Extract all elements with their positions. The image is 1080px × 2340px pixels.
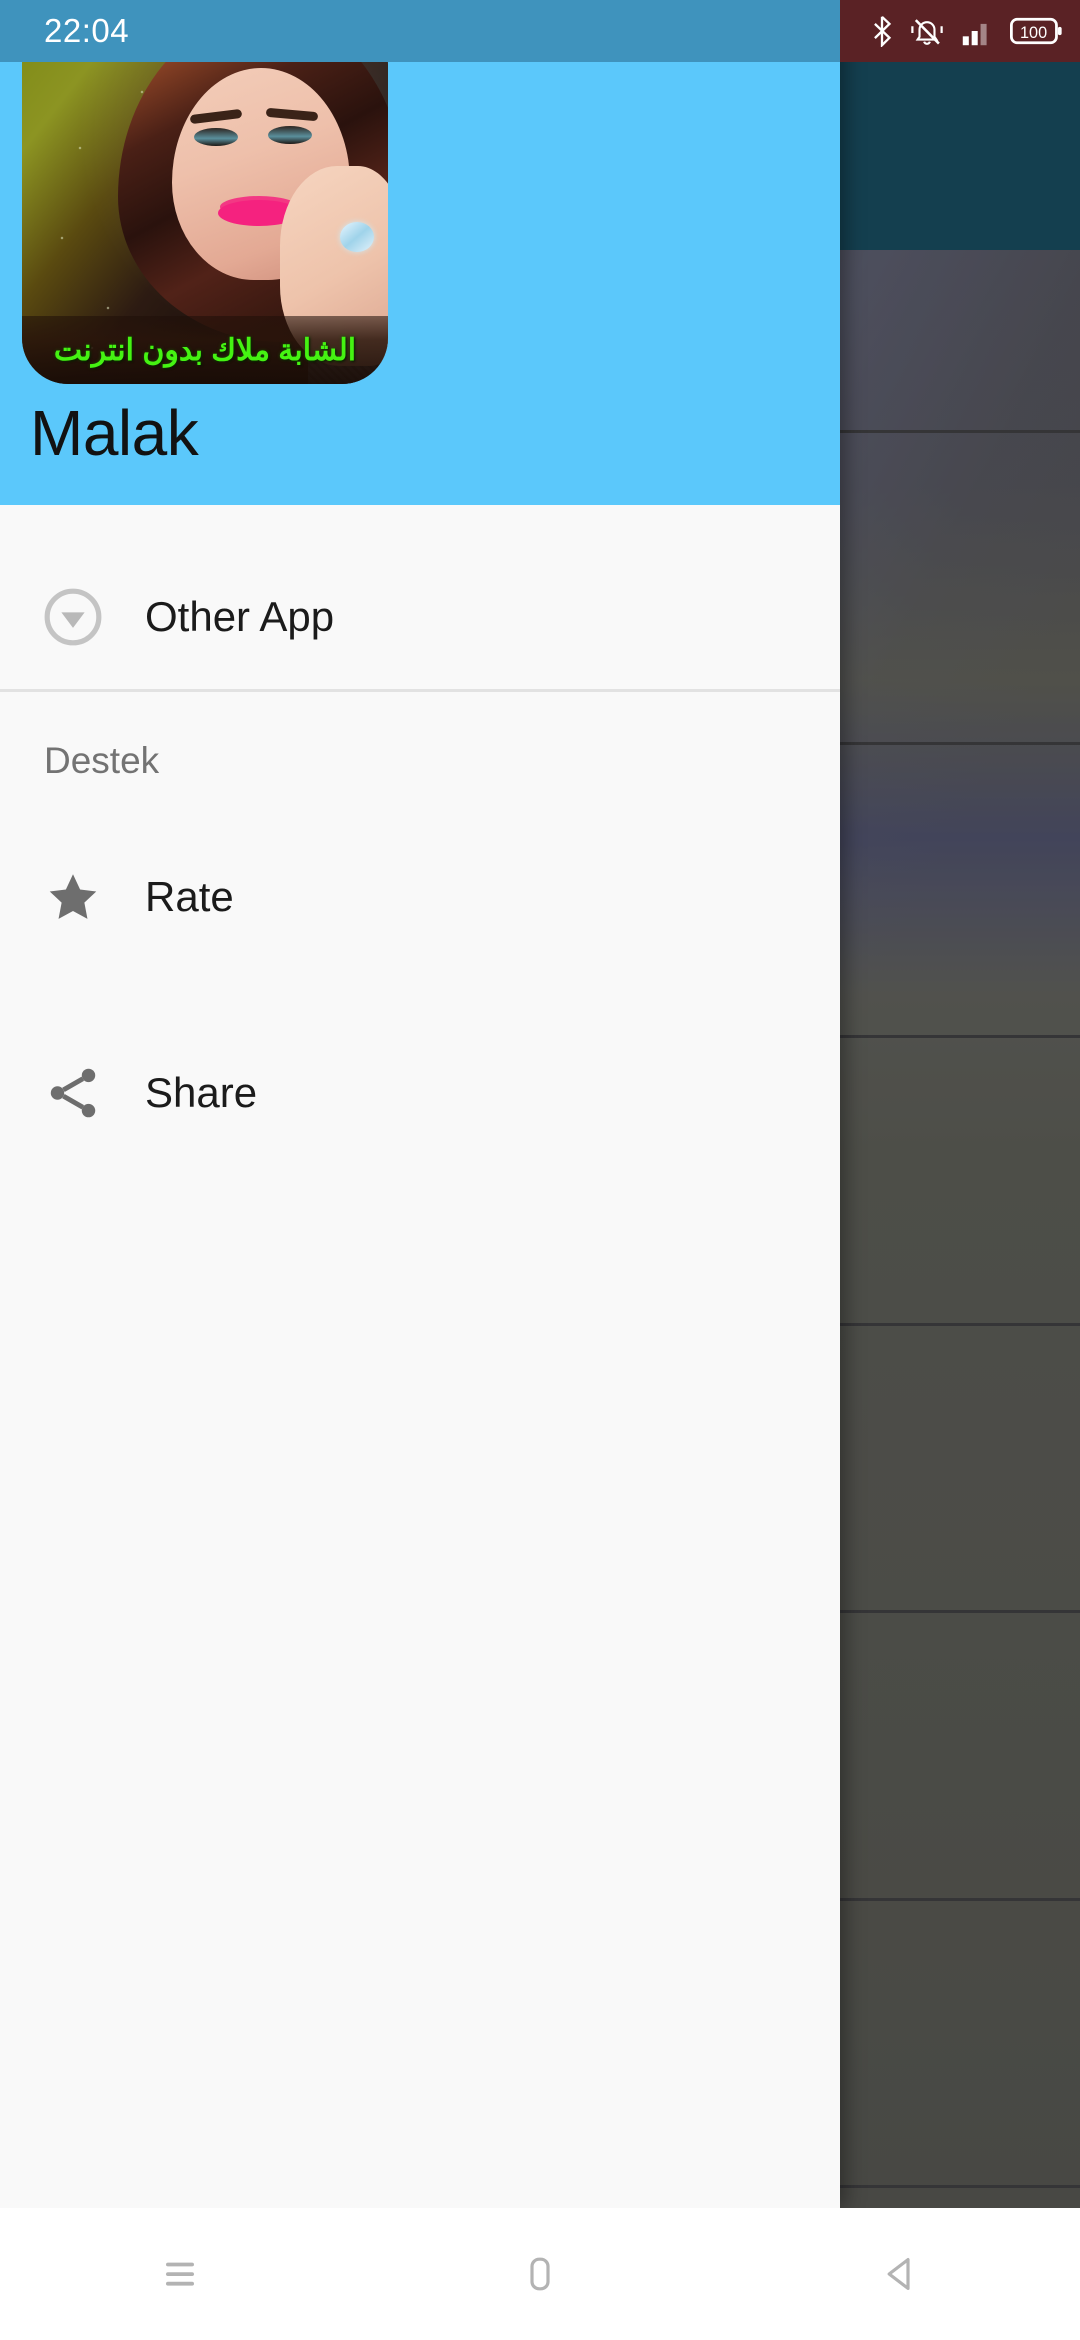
back-icon — [887, 2258, 910, 2290]
ringer-mute-icon — [911, 19, 943, 45]
drawer-item-share[interactable]: Share — [0, 1022, 840, 1164]
battery-icon: 100 — [1010, 17, 1062, 45]
drawer-divider — [0, 689, 840, 692]
circle-arrow-down-icon — [0, 586, 145, 648]
home-button[interactable] — [465, 2208, 615, 2340]
drawer-item-label: Other App — [145, 593, 335, 640]
drawer-section-header: Destek — [44, 740, 160, 781]
icon-ring — [340, 222, 374, 252]
app-icon: الشابة ملاك بدون انترنت — [22, 18, 388, 384]
signal-bars-icon — [962, 23, 987, 46]
icon-eye-right — [268, 126, 312, 144]
app-icon-caption: الشابة ملاك بدون انترنت — [22, 316, 388, 384]
android-navigation-bar — [0, 2208, 1080, 2340]
drawer-app-title: Malak — [30, 397, 199, 469]
status-bar-clock: 22:04 — [44, 12, 130, 49]
phone-screen: الشابة ملاك بدون انترنت Malak Other App … — [0, 0, 1080, 2340]
share-icon — [0, 1062, 145, 1124]
icon-eye-left — [194, 128, 238, 146]
status-bar: 22:04 100 — [0, 0, 1080, 62]
battery-level-text: 100 — [1020, 24, 1047, 42]
recent-apps-button[interactable] — [105, 2208, 255, 2340]
recents-icon — [166, 2262, 194, 2286]
back-button[interactable] — [825, 2208, 975, 2340]
bluetooth-icon — [874, 15, 892, 47]
drawer-header: الشابة ملاك بدون انترنت Malak — [0, 0, 840, 505]
home-icon — [530, 2257, 550, 2291]
drawer-item-other-app[interactable]: Other App — [0, 546, 840, 688]
drawer-item-rate[interactable]: Rate — [0, 826, 840, 968]
drawer-item-label: Rate — [145, 873, 234, 920]
navigation-drawer: الشابة ملاك بدون انترنت Malak Other App … — [0, 0, 840, 2208]
status-bar-icons: 100 — [871, 0, 1062, 62]
star-icon — [0, 866, 145, 928]
drawer-item-label: Share — [145, 1069, 258, 1116]
